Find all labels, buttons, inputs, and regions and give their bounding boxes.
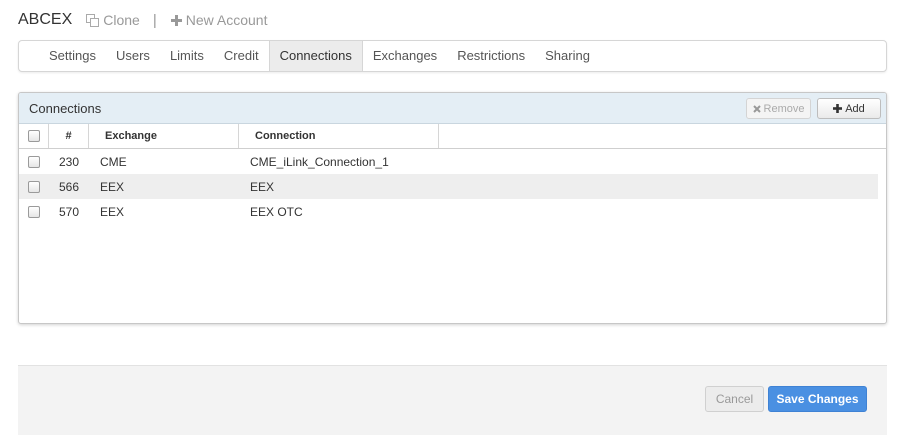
row-exchange: EEX [100,179,125,194]
row-connection: EEX OTC [250,204,303,219]
page-header: ABCEX Clone | New Account [18,10,267,30]
add-button[interactable]: Add [817,98,881,119]
x-icon [752,104,761,113]
row-num: 570 [58,204,80,219]
select-all-cell [19,124,49,148]
row-exchange: EEX [100,204,125,219]
copy-icon [86,13,100,27]
clone-button[interactable]: Clone [86,12,140,28]
remove-button[interactable]: Remove [746,98,811,119]
table-row[interactable]: 570 EEX EEX OTC [19,199,878,224]
clone-label: Clone [103,12,140,28]
panel-header: Connections Remove Add [19,93,886,124]
row-checkbox[interactable] [28,155,40,168]
remove-label: Remove [763,102,805,115]
row-num: 230 [58,154,80,169]
plus-icon [833,104,843,113]
tab-settings[interactable]: Settings [39,41,106,71]
row-checkbox-cell [19,205,49,218]
tab-restrictions[interactable]: Restrictions [447,41,535,71]
tab-limits[interactable]: Limits [160,41,214,71]
table-row[interactable]: 566 EEX EEX [19,174,878,199]
row-exchange: CME [100,154,127,169]
grid-header: # Exchange Connection [19,124,886,149]
tab-users[interactable]: Users [106,41,160,71]
new-account-button[interactable]: New Account [170,12,268,28]
panel-title: Connections [29,100,102,116]
tab-bar: Settings Users Limits Credit Connections… [18,40,887,72]
account-name: ABCEX [18,11,73,28]
row-connection: CME_iLink_Connection_1 [250,154,389,169]
column-header-exchange[interactable]: Exchange [89,124,239,148]
row-connection: EEX [250,179,275,194]
tab-sharing[interactable]: Sharing [535,41,600,71]
column-header-connection[interactable]: Connection [239,124,439,148]
plus-icon [170,14,182,26]
header-separator: | [152,11,157,29]
tab-connections[interactable]: Connections [268,41,363,71]
row-checkbox-cell [19,180,49,193]
row-checkbox-cell [19,155,49,168]
form-footer: Cancel Save Changes [18,365,887,435]
select-all-checkbox[interactable] [27,130,40,142]
connections-panel: Connections Remove Add # Exchange Connec… [18,92,887,324]
tab-exchanges[interactable]: Exchanges [363,41,447,71]
row-checkbox[interactable] [28,205,40,218]
new-account-label: New Account [185,12,268,28]
tab-credit[interactable]: Credit [214,41,269,71]
save-changes-button[interactable]: Save Changes [768,386,867,412]
column-header-num[interactable]: # [49,124,89,148]
row-checkbox[interactable] [28,180,40,193]
add-label: Add [845,102,865,115]
row-num: 566 [58,179,80,194]
cancel-button[interactable]: Cancel [705,386,764,412]
table-row[interactable]: 230 CME CME_iLink_Connection_1 [19,149,878,174]
